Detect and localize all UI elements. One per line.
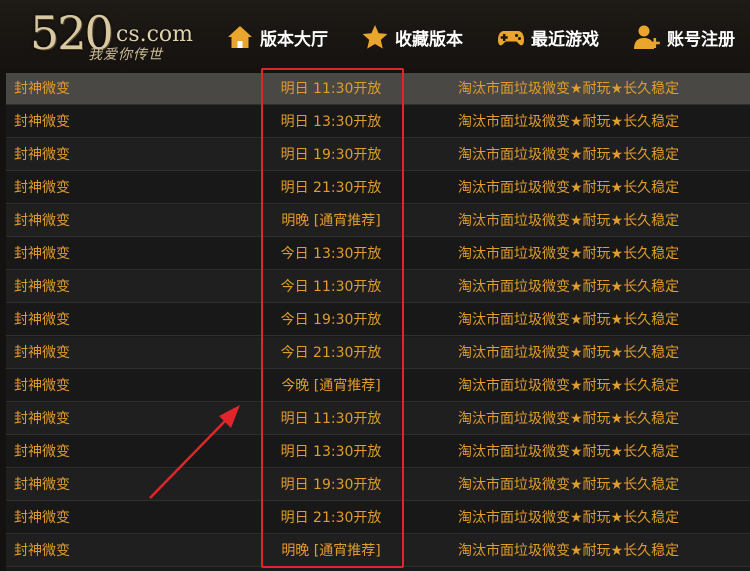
server-description[interactable]: 淘汰市面垃圾微变★耐玩★长久稳定	[458, 502, 748, 534]
open-time: 明日 21:30开放	[280, 510, 382, 526]
table-row[interactable]: 封神微变 明日 11:30开放 淘汰市面垃圾微变★耐玩★长久稳定	[6, 73, 750, 105]
server-name[interactable]: 封神微变	[14, 139, 254, 171]
server-name[interactable]: 封神微变	[14, 403, 254, 435]
server-description[interactable]: 淘汰市面垃圾微变★耐玩★长久稳定	[458, 172, 748, 204]
open-time: 今晚 [通宵推荐]	[281, 378, 381, 394]
home-icon	[228, 26, 252, 48]
server-description[interactable]: 淘汰市面垃圾微变★耐玩★长久稳定	[458, 271, 748, 303]
server-description[interactable]: 淘汰市面垃圾微变★耐玩★长久稳定	[458, 304, 748, 336]
server-name[interactable]: 封神微变	[14, 73, 254, 105]
server-description[interactable]: 淘汰市面垃圾微变★耐玩★长久稳定	[458, 205, 748, 237]
table-row[interactable]: 封神微变 明日 13:30开放 淘汰市面垃圾微变★耐玩★长久稳定	[6, 106, 750, 138]
table-row[interactable]: 封神微变 今日 19:30开放 淘汰市面垃圾微变★耐玩★长久稳定	[6, 304, 750, 336]
server-name[interactable]: 封神微变	[14, 535, 254, 567]
table-row[interactable]: 封神微变 明日 11:30开放 淘汰市面垃圾微变★耐玩★长久稳定	[6, 403, 750, 435]
open-time: 今日 21:30开放	[280, 345, 382, 361]
server-name[interactable]: 封神微变	[14, 106, 254, 138]
nav-label-version-hall: 版本大厅	[260, 29, 328, 50]
open-time: 明日 11:30开放	[280, 81, 382, 97]
nav-favorites[interactable]: 收藏版本	[361, 20, 463, 54]
server-name[interactable]: 封神微变	[14, 436, 254, 468]
nav-recent-games[interactable]: 最近游戏	[497, 20, 599, 54]
table-row[interactable]: 封神微变 明晚 [通宵推荐] 淘汰市面垃圾微变★耐玩★长久稳定	[6, 205, 750, 237]
nav-label-favorites: 收藏版本	[395, 29, 463, 50]
add-user-icon	[634, 25, 660, 49]
logo-tagline: 我爱你传世	[88, 47, 163, 63]
server-description[interactable]: 淘汰市面垃圾微变★耐玩★长久稳定	[458, 73, 748, 105]
open-time: 今日 13:30开放	[280, 246, 382, 262]
server-name[interactable]: 封神微变	[14, 337, 254, 369]
server-list-table: 封神微变 明日 11:30开放 淘汰市面垃圾微变★耐玩★长久稳定 封神微变 明日 13:…	[6, 73, 750, 571]
table-row[interactable]: 封神微变 今日 11:30开放 淘汰市面垃圾微变★耐玩★长久稳定	[6, 271, 750, 303]
server-description[interactable]: 淘汰市面垃圾微变★耐玩★长久稳定	[458, 436, 748, 468]
server-description[interactable]: 淘汰市面垃圾微变★耐玩★长久稳定	[458, 469, 748, 501]
site-header: 520 cs.com 我爱你传世 版本大厅 收藏版本 最近游戏 账号注册	[0, 0, 750, 72]
open-time: 明日 11:30开放	[280, 411, 382, 427]
open-time: 明晚 [通宵推荐]	[281, 543, 381, 559]
server-name[interactable]: 封神微变	[14, 205, 254, 237]
open-time: 明日 19:30开放	[280, 477, 382, 493]
open-time: 今日 19:30开放	[280, 312, 382, 328]
gamepad-icon	[498, 31, 524, 46]
nav-version-hall[interactable]: 版本大厅	[226, 20, 328, 54]
table-row[interactable]: 封神微变 明日 19:30开放 淘汰市面垃圾微变★耐玩★长久稳定	[6, 139, 750, 171]
server-description[interactable]: 淘汰市面垃圾微变★耐玩★长久稳定	[458, 139, 748, 171]
nav-label-account-register: 账号注册	[667, 29, 735, 50]
server-name[interactable]: 封神微变	[14, 502, 254, 534]
server-description[interactable]: 淘汰市面垃圾微变★耐玩★长久稳定	[458, 106, 748, 138]
site-logo[interactable]: 520 cs.com 我爱你传世	[30, 6, 215, 68]
table-row[interactable]: 封神微变 明晚 [通宵推荐] 淘汰市面垃圾微变★耐玩★长久稳定	[6, 535, 750, 567]
server-description[interactable]: 淘汰市面垃圾微变★耐玩★长久稳定	[458, 403, 748, 435]
table-row[interactable]: 封神微变 今晚 [通宵推荐] 淘汰市面垃圾微变★耐玩★长久稳定	[6, 370, 750, 402]
open-time: 明日 13:30开放	[280, 444, 382, 460]
open-time: 明晚 [通宵推荐]	[281, 213, 381, 229]
table-row[interactable]: 封神微变 明日 21:30开放 淘汰市面垃圾微变★耐玩★长久稳定	[6, 172, 750, 204]
server-description[interactable]: 淘汰市面垃圾微变★耐玩★长久稳定	[458, 535, 748, 567]
server-name[interactable]: 封神微变	[14, 238, 254, 270]
server-description[interactable]: 淘汰市面垃圾微变★耐玩★长久稳定	[458, 370, 748, 402]
star-icon	[362, 25, 388, 49]
open-time: 今日 11:30开放	[280, 279, 382, 295]
open-time: 明日 21:30开放	[280, 180, 382, 196]
table-row[interactable]: 封神微变 明日 19:30开放 淘汰市面垃圾微变★耐玩★长久稳定	[6, 469, 750, 501]
server-name[interactable]: 封神微变	[14, 304, 254, 336]
nav-account-register[interactable]: 账号注册	[633, 20, 735, 54]
table-row[interactable]: 封神微变 今日 13:30开放 淘汰市面垃圾微变★耐玩★长久稳定	[6, 238, 750, 270]
open-time: 明日 19:30开放	[280, 147, 382, 163]
nav-label-recent-games: 最近游戏	[531, 29, 599, 50]
server-description[interactable]: 淘汰市面垃圾微变★耐玩★长久稳定	[458, 238, 748, 270]
server-name[interactable]: 封神微变	[14, 469, 254, 501]
table-row[interactable]: 封神微变 今日 21:30开放 淘汰市面垃圾微变★耐玩★长久稳定	[6, 337, 750, 369]
logo-domain: cs.com	[116, 22, 194, 47]
table-row[interactable]: 封神微变 明日 21:30开放 淘汰市面垃圾微变★耐玩★长久稳定	[6, 502, 750, 534]
table-row[interactable]: 封神微变 明日 13:30开放 淘汰市面垃圾微变★耐玩★长久稳定	[6, 436, 750, 468]
server-description[interactable]: 淘汰市面垃圾微变★耐玩★长久稳定	[458, 337, 748, 369]
open-time: 明日 13:30开放	[280, 114, 382, 130]
server-name[interactable]: 封神微变	[14, 370, 254, 402]
server-name[interactable]: 封神微变	[14, 172, 254, 204]
server-name[interactable]: 封神微变	[14, 271, 254, 303]
